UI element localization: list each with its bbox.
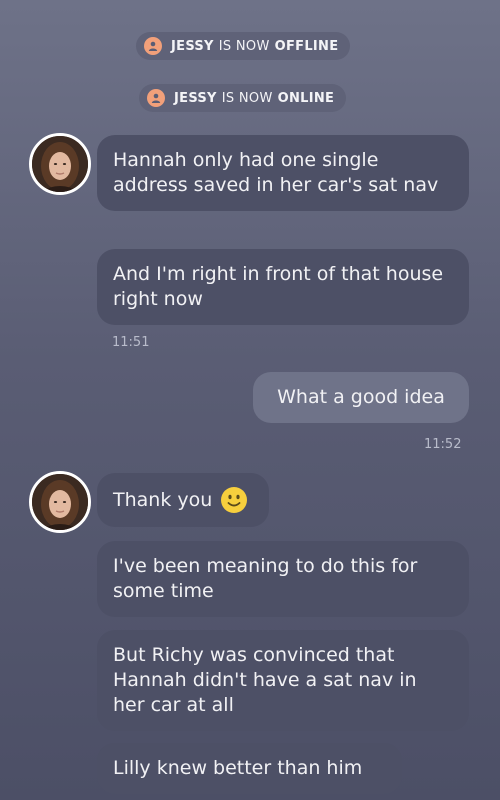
outgoing-message[interactable]: What a good idea (253, 372, 469, 423)
message-timestamp: 11:52 (424, 437, 462, 452)
message-timestamp: 11:51 (112, 335, 150, 350)
incoming-message[interactable]: Thank you (97, 473, 269, 527)
incoming-message[interactable]: And I'm right in front of that house rig… (97, 249, 469, 325)
contact-avatar[interactable] (29, 471, 91, 533)
status-middle: IS NOW (218, 38, 270, 54)
incoming-message[interactable]: Lilly knew better than him (97, 743, 402, 794)
status-online-pill: JESSY IS NOW ONLINE (139, 84, 347, 112)
incoming-message[interactable]: Hannah only had one single address saved… (97, 135, 469, 211)
incoming-message[interactable]: I've been meaning to do this for some ti… (97, 541, 469, 617)
user-icon (144, 37, 162, 55)
message-text: Hannah only had one single address saved… (113, 149, 439, 196)
status-name: JESSY (174, 90, 217, 106)
status-state: ONLINE (277, 90, 335, 106)
smiley-emoji-icon (220, 486, 248, 514)
contact-avatar[interactable] (29, 133, 91, 195)
message-text: And I'm right in front of that house rig… (113, 263, 444, 310)
status-middle: IS NOW (221, 90, 273, 106)
status-offline-pill: JESSY IS NOW OFFLINE (136, 32, 351, 60)
message-text: But Richy was convinced that Hannah didn… (113, 644, 417, 716)
message-text: Lilly knew better than him (113, 757, 363, 779)
message-text: What a good idea (277, 386, 445, 408)
status-state: OFFLINE (274, 38, 339, 54)
status-name: JESSY (171, 38, 214, 54)
user-icon (147, 89, 165, 107)
message-text: Thank you (113, 488, 213, 511)
incoming-message[interactable]: But Richy was convinced that Hannah didn… (97, 630, 469, 731)
message-text: I've been meaning to do this for some ti… (113, 555, 418, 602)
